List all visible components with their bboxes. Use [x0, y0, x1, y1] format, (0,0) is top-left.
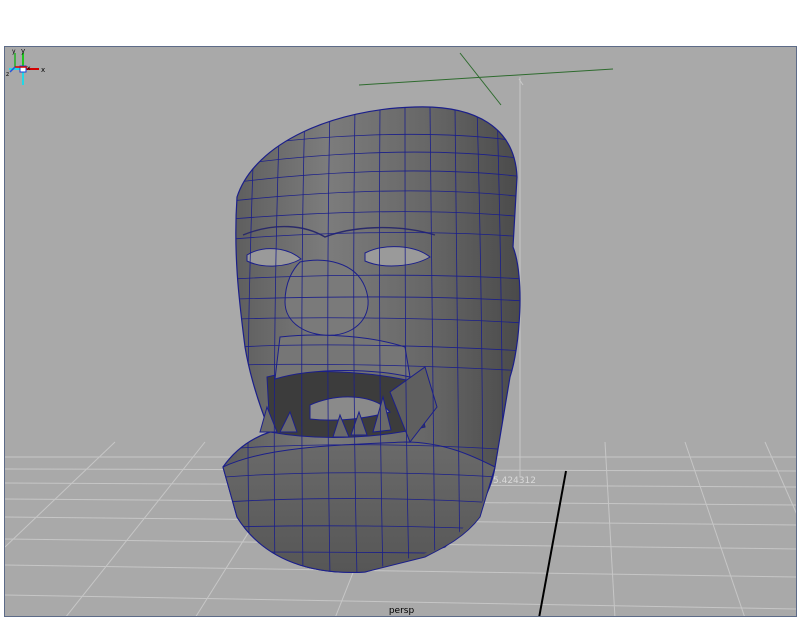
viewport-canvas[interactable]	[5, 47, 797, 617]
axis-x-label: x	[27, 65, 31, 72]
world-axis-icon: y x z	[6, 48, 31, 77]
world-axis-line	[538, 470, 567, 616]
persp-viewport[interactable]: y x y x z 5.424312 persp	[4, 46, 797, 617]
camera-name-label: persp	[388, 606, 415, 616]
jaw-region	[222, 441, 496, 573]
top-margin	[0, 0, 800, 46]
bottom-margin	[0, 617, 800, 640]
locator-marker	[358, 52, 614, 106]
gizmo-x-label: x	[41, 66, 45, 74]
axis-z-label: z	[6, 71, 9, 77]
axis-y-label: y	[12, 48, 16, 55]
head-mesh[interactable]	[222, 106, 525, 577]
heads-up-display: 5.424312	[493, 476, 536, 486]
